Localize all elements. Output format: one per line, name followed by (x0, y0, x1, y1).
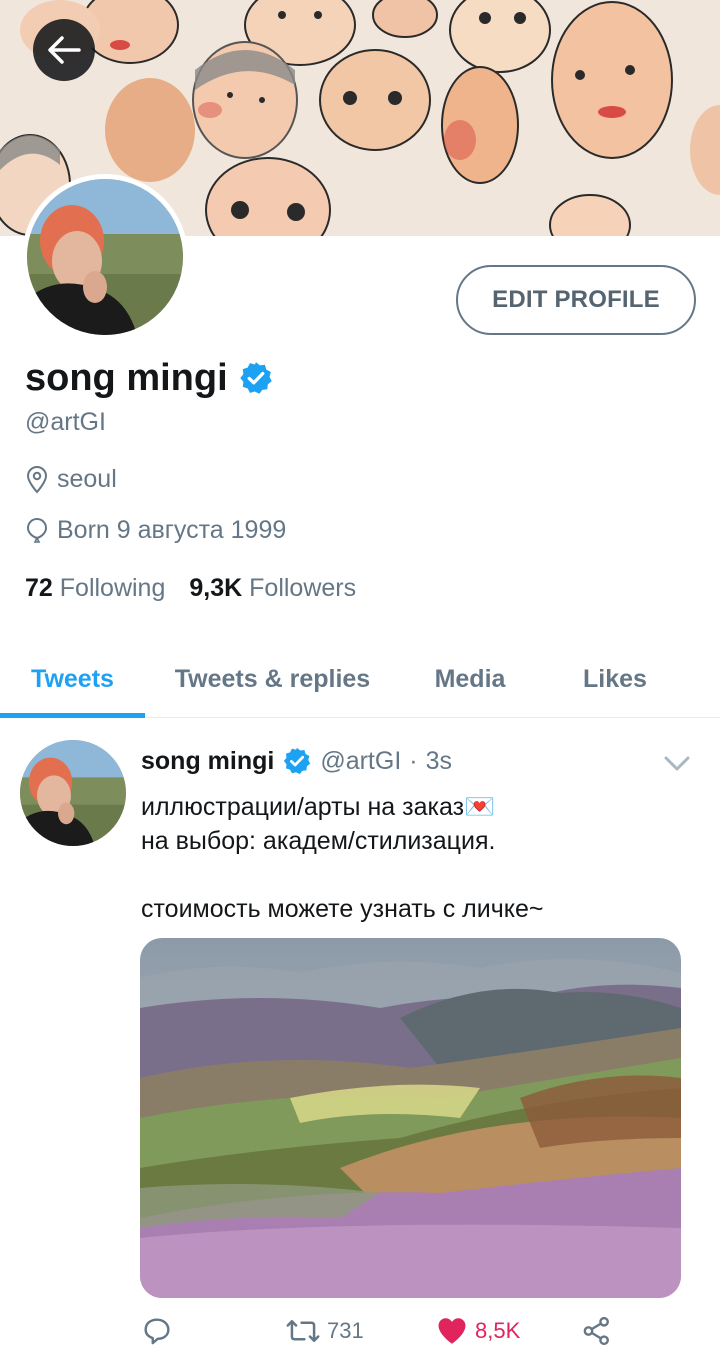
tweet-avatar[interactable] (20, 740, 126, 846)
profile-avatar[interactable] (22, 174, 188, 340)
reply-icon (144, 1318, 170, 1345)
followers-label: Followers (249, 574, 357, 602)
tab-likes[interactable]: Likes (555, 640, 675, 718)
tweet-media-image[interactable] (140, 938, 681, 1298)
followers-count: 9,3K (189, 574, 243, 602)
tweet-header: song mingi @artGI · 3s (141, 742, 452, 780)
profile-tabs: Tweets Tweets & replies Media Likes (0, 640, 720, 718)
tab-tweets-replies[interactable]: Tweets & replies (150, 640, 395, 718)
location-pin-icon (26, 465, 48, 493)
back-button[interactable] (33, 19, 95, 81)
tab-tweets[interactable]: Tweets (0, 640, 145, 718)
tweet-separator: · (409, 746, 418, 775)
avatar (27, 179, 183, 335)
retweet-count: 731 (327, 1318, 364, 1343)
heart-icon (438, 1318, 466, 1344)
tweet-author-name[interactable]: song mingi (141, 747, 274, 776)
retweet-button[interactable]: 731 (285, 1310, 364, 1352)
share-icon (583, 1316, 609, 1346)
following-link[interactable]: 72 Following (25, 574, 165, 603)
following-label: Following (59, 574, 166, 602)
followers-link[interactable]: 9,3K Followers (189, 574, 356, 603)
chevron-down-icon[interactable] (660, 748, 694, 778)
arrow-left-icon (48, 36, 81, 64)
like-button[interactable]: 8,5K (435, 1310, 520, 1352)
verified-badge-icon (284, 747, 311, 775)
profile-name: song mingi (25, 356, 228, 399)
profile-page: EDIT PROFILE song mingi @artGI seoul Bor… (0, 0, 720, 1362)
profile-handle: @artGI (25, 408, 106, 436)
follow-counts: 72 Following 9,3K Followers (25, 574, 356, 603)
tweet-time[interactable]: 3s (426, 747, 452, 776)
profile-name-row: song mingi (25, 352, 274, 404)
landscape-painting (140, 938, 681, 1298)
edit-profile-button[interactable]: EDIT PROFILE (456, 265, 696, 335)
following-count: 72 (25, 574, 53, 602)
verified-badge-icon (239, 362, 272, 394)
birth-text: Born 9 августа 1999 (57, 516, 287, 544)
retweet-icon (286, 1320, 320, 1342)
like-count: 8,5K (475, 1318, 521, 1343)
tab-media[interactable]: Media (410, 640, 530, 718)
tweet-author-handle: @artGI (320, 746, 402, 775)
tweet-actions: 731 8,5K (140, 1310, 620, 1352)
active-tab-indicator (0, 713, 145, 718)
profile-location: seoul (25, 465, 117, 494)
location-text: seoul (57, 465, 117, 493)
balloon-icon (26, 517, 48, 543)
share-button[interactable] (580, 1310, 614, 1352)
tweet-text: иллюстрации/арты на заказ💌 на выбор: ака… (141, 793, 544, 923)
profile-birth: Born 9 августа 1999 (25, 516, 286, 545)
reply-button[interactable] (140, 1310, 174, 1352)
